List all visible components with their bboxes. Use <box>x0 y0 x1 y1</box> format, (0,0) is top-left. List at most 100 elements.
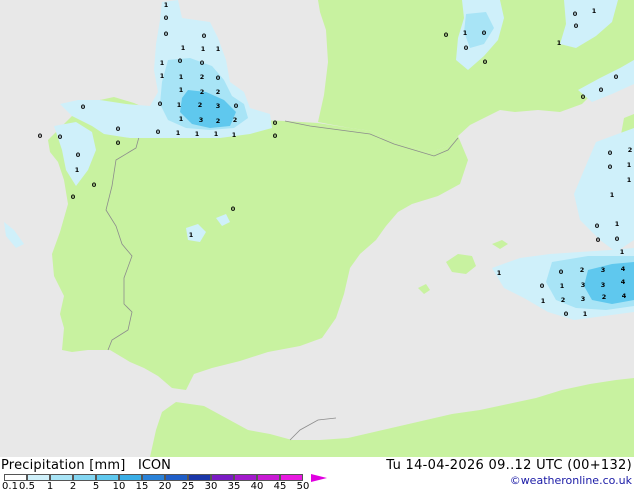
precip-value-label: 0 <box>581 93 586 101</box>
precip-value-label: 0 <box>608 163 613 171</box>
precip-value-label: 1 <box>189 231 194 239</box>
precip-value-label: 0 <box>158 100 163 108</box>
precip-value-label: 0 <box>599 86 604 94</box>
scale-tick-label: 15 <box>135 481 149 492</box>
precip-value-label: 1 <box>164 1 169 9</box>
precip-value-label: 0 <box>116 125 121 133</box>
scale-swatch <box>73 474 96 481</box>
precip-value-label: 0 <box>573 10 578 18</box>
precip-value-label: 1 <box>181 44 186 52</box>
precip-value-label: 0 <box>464 44 469 52</box>
precip-value-label: 4 <box>621 278 626 286</box>
credit-link[interactable]: ©weatheronline.co.uk <box>510 474 632 487</box>
valid-time: Tu 14-04-2026 09..12 UTC (00+132) <box>386 458 632 473</box>
scale-tick-label: 0.1 <box>2 481 18 492</box>
scale-swatch <box>280 474 303 481</box>
legend-title: Precipitation [mm] <box>1 458 126 473</box>
precip-value-label: 1 <box>560 282 565 290</box>
precip-value-label: 0 <box>116 139 121 147</box>
scale-swatch <box>165 474 188 481</box>
scale-tick-label: 1 <box>46 481 54 492</box>
precip-value-label: 0 <box>273 119 278 127</box>
precip-value-label: 0 <box>608 149 613 157</box>
precip-value-label: 2 <box>602 293 607 301</box>
precip-value-label: 2 <box>580 266 585 274</box>
precip-value-label: 1 <box>195 130 200 138</box>
precip-value-label: 1 <box>583 310 588 318</box>
precip-value-label: 1 <box>557 39 562 47</box>
model-name: ICON <box>138 458 171 473</box>
precip-value-label: 1 <box>463 29 468 37</box>
precip-value-label: 1 <box>179 73 184 81</box>
precip-value-label: 0 <box>614 73 619 81</box>
scale-swatch <box>50 474 73 481</box>
precip-value-label: 1 <box>592 7 597 15</box>
scale-tick-label: 10 <box>112 481 126 492</box>
scale-tick-label: 0.5 <box>19 481 35 492</box>
precip-value-label: 3 <box>601 266 606 274</box>
precip-value-label: 2 <box>200 73 205 81</box>
precip-value-label: 2 <box>198 101 203 109</box>
precip-value-label: 2 <box>561 296 566 304</box>
precip-value-label: 3 <box>199 116 204 124</box>
precip-value-label: 0 <box>92 181 97 189</box>
scale-swatch <box>4 474 27 481</box>
precip-value-label: 0 <box>615 235 620 243</box>
precip-value-label: 1 <box>216 45 221 53</box>
precip-value-label: 3 <box>601 281 606 289</box>
precip-value-label: 0 <box>483 58 488 66</box>
map-canvas: 1 0 0 0 1 1 1 0 1 0 1 1 2 0 1 2 2 0 1 2 3 0 0 1 3 2 2 0 0 0 1 1 1 1 0 0 0 0 0 1… <box>0 0 634 457</box>
scale-swatch <box>211 474 234 481</box>
scale-swatch <box>27 474 50 481</box>
precip-value-label: 0 <box>202 32 207 40</box>
precip-value-label: 4 <box>621 265 626 273</box>
precip-value-label: 0 <box>71 193 76 201</box>
precip-value-label: 0 <box>164 30 169 38</box>
precipitation-map[interactable]: 1 0 0 0 1 1 1 0 1 0 1 1 2 0 1 2 2 0 1 2 3 0 0 1 3 2 2 0 0 0 1 1 1 1 0 0 0 0 0 1… <box>0 0 634 457</box>
precip-value-label: 0 <box>164 14 169 22</box>
precip-value-label: 1 <box>160 59 165 67</box>
scale-tick-label: 30 <box>204 481 218 492</box>
precip-value-label: 0 <box>58 133 63 141</box>
precip-value-label: 0 <box>156 128 161 136</box>
precip-value-label: 0 <box>596 236 601 244</box>
precip-value-label: 0 <box>200 59 205 67</box>
precip-value-label: 1 <box>541 297 546 305</box>
precip-value-label: 0 <box>482 29 487 37</box>
precip-value-label: 2 <box>200 88 205 96</box>
precip-value-label: 1 <box>160 72 165 80</box>
scale-swatch <box>96 474 119 481</box>
precip-value-label: 4 <box>622 292 627 300</box>
precip-value-label: 0 <box>76 151 81 159</box>
precip-value-label: 1 <box>610 191 615 199</box>
precip-value-label: 2 <box>216 117 221 125</box>
scale-tick-label: 25 <box>181 481 195 492</box>
precip-value-label: 0 <box>81 103 86 111</box>
precip-value-label: 2 <box>628 146 633 154</box>
precip-value-label: 0 <box>273 132 278 140</box>
precip-value-label: 3 <box>581 281 586 289</box>
scale-tick-label: 50 <box>296 481 310 492</box>
precip-value-label: 1 <box>179 86 184 94</box>
precip-value-label: 2 <box>216 88 221 96</box>
precip-value-label: 1 <box>177 101 182 109</box>
precip-value-label: 0 <box>540 282 545 290</box>
precip-value-label: 1 <box>201 45 206 53</box>
precip-value-label: 0 <box>216 74 221 82</box>
scale-tick-label: 40 <box>250 481 264 492</box>
legend-footer: Precipitation [mm] ICON Tu 14-04-2026 09… <box>0 457 634 492</box>
scale-swatch <box>142 474 165 481</box>
precip-value-label: 1 <box>497 269 502 277</box>
scale-swatch <box>188 474 211 481</box>
precip-value-label: 1 <box>179 115 184 123</box>
precip-value-label: 0 <box>231 205 236 213</box>
precip-value-label: 1 <box>176 129 181 137</box>
scale-tick-label: 5 <box>92 481 100 492</box>
precip-value-label: 0 <box>178 57 183 65</box>
precip-value-label: 0 <box>38 132 43 140</box>
precip-value-label: 1 <box>627 176 632 184</box>
precip-value-label: 1 <box>615 220 620 228</box>
scale-tick-label: 35 <box>227 481 241 492</box>
precip-value-label: 1 <box>75 166 80 174</box>
precip-value-label: 2 <box>233 116 238 124</box>
